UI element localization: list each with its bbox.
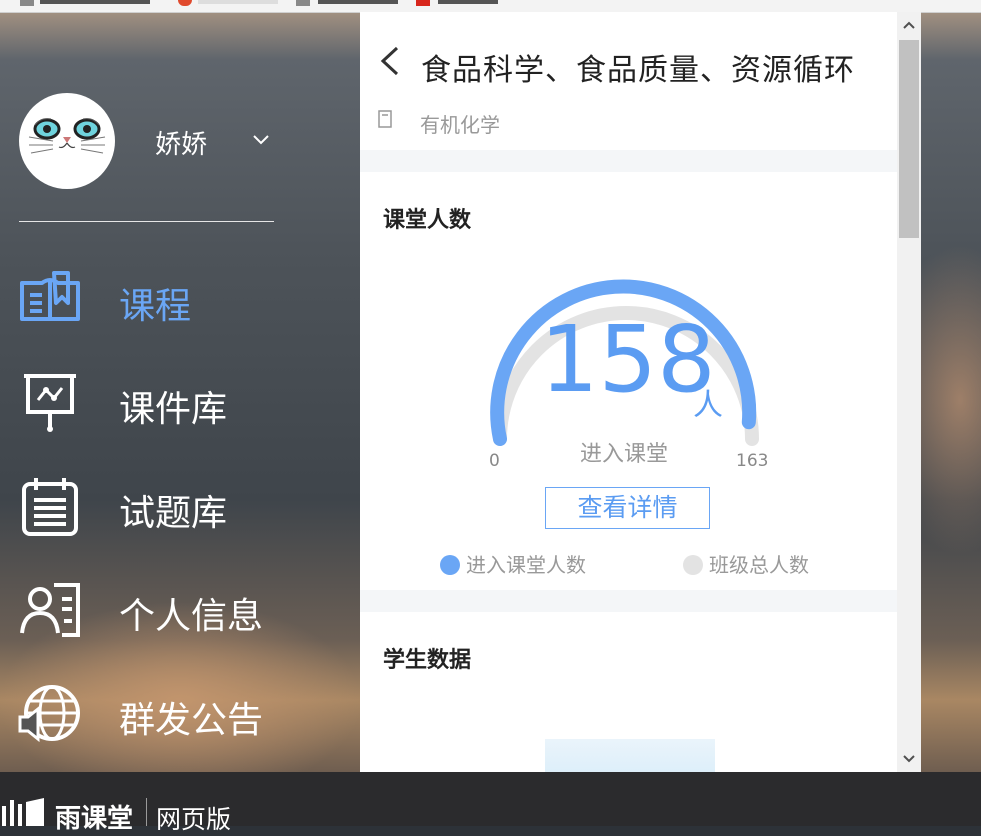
panel-header: 食品科学、食品质量、资源循环 有机化学 <box>360 12 897 150</box>
nav-label: 个人信息 <box>119 596 264 637</box>
page-title: 食品科学、食品质量、资源循环 <box>421 53 855 88</box>
section-title-attendance: 课堂人数 <box>383 208 472 233</box>
gauge-min-label: 0 <box>489 451 500 471</box>
username[interactable]: 娇娇 <box>155 124 207 161</box>
section-title-student-data: 学生数据 <box>383 648 472 673</box>
scroll-down-arrow-icon[interactable] <box>897 746 921 772</box>
attendance-count: 158 <box>540 306 716 413</box>
nav-label: 群发公告 <box>119 700 264 741</box>
brand-name: 雨课堂 <box>55 804 134 834</box>
gauge-caption: 进入课堂 <box>580 442 669 467</box>
scrollbar[interactable] <box>897 12 921 772</box>
document-icon <box>378 110 392 128</box>
legend-dot <box>440 555 460 575</box>
divider <box>146 798 147 826</box>
nav-label: 课件库 <box>119 389 228 430</box>
book-icon <box>20 271 80 321</box>
nav-item-courses[interactable]: 课程 <box>0 259 360 339</box>
scroll-up-arrow-icon[interactable] <box>897 12 921 38</box>
chevron-down-icon[interactable] <box>252 134 270 146</box>
gauge-max-label: 163 <box>736 451 769 471</box>
legend-dot <box>683 555 703 575</box>
course-subject: 有机化学 <box>420 113 500 137</box>
back-arrow-icon[interactable] <box>380 46 400 76</box>
attendance-unit: 人 <box>693 388 723 423</box>
course-panel: 食品科学、食品质量、资源循环 有机化学 课堂人数 158 人 进入课堂 0 16… <box>360 12 921 772</box>
scrollbar-thumb[interactable] <box>899 40 919 238</box>
section-separator <box>360 590 897 612</box>
notepad-icon <box>22 478 78 536</box>
rain-classroom-logo-icon <box>2 798 44 826</box>
view-details-button[interactable]: 查看详情 <box>545 487 710 529</box>
nav-item-question-bank[interactable]: 试题库 <box>0 466 360 546</box>
footer-bar: 雨课堂 网页版 <box>0 772 981 834</box>
nav-label: 试题库 <box>119 493 228 534</box>
student-data-illustration <box>545 739 715 772</box>
globe-broadcast-icon <box>18 685 80 743</box>
legend-item-entered: 进入课堂人数 <box>440 549 586 578</box>
avatar[interactable] <box>19 93 115 189</box>
sidebar: 娇娇 课程 课件库 试题库 个人信息 群发公告 <box>0 12 360 772</box>
nav-item-courseware[interactable]: 课件库 <box>0 362 360 442</box>
legend-label: 进入课堂人数 <box>466 553 586 577</box>
legend-item-total: 班级总人数 <box>683 549 809 578</box>
profile-icon <box>20 583 80 637</box>
presentation-icon <box>24 374 76 432</box>
cat-avatar-icon <box>28 118 106 154</box>
divider <box>19 221 274 222</box>
brand-subtitle: 网页版 <box>156 805 232 834</box>
legend-label: 班级总人数 <box>709 553 809 577</box>
nav-item-announcement[interactable]: 群发公告 <box>0 673 360 753</box>
nav-label: 课程 <box>119 286 192 327</box>
section-separator <box>360 150 897 172</box>
nav-item-profile[interactable]: 个人信息 <box>0 569 360 649</box>
